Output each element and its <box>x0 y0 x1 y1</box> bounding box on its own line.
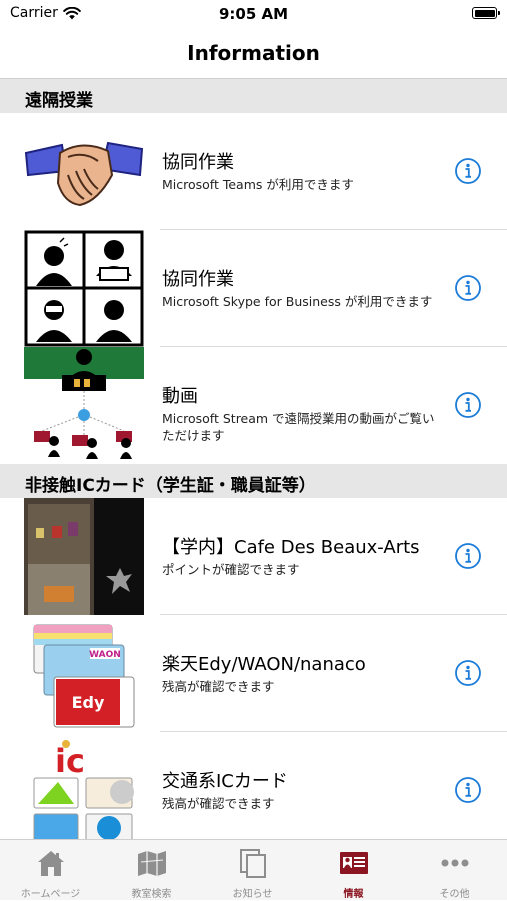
list-item-emoney[interactable]: WAON Edy 楽天Edy/WAON/nanaco 残高が確認できます <box>0 615 507 732</box>
emoney-cards-icon: WAON Edy <box>33 624 135 728</box>
section-title: 非接触ICカード（学生証・職員証等） <box>25 476 316 496</box>
tab-label: お知らせ <box>232 889 273 900</box>
info-icon[interactable] <box>454 542 482 570</box>
home-icon <box>38 851 64 876</box>
tab-information[interactable]: 情報 <box>303 840 404 901</box>
id-card-icon <box>340 852 368 874</box>
item-title: 【学内】Cafe Des Beaux-Arts <box>162 537 420 558</box>
info-icon[interactable] <box>454 157 482 185</box>
list-item-skype[interactable]: 協同作業 Microsoft Skype for Business が利用できま… <box>0 230 507 347</box>
navigation-bar: Information <box>0 28 507 79</box>
item-subtitle: Microsoft Stream で遠隔授業用の動画がご覧いただけます <box>162 411 435 443</box>
transit-ic-icon: ic <box>33 740 134 845</box>
tab-bar: ホームページ 教室検索 お知らせ 情報 その他 <box>0 839 507 900</box>
item-title: 協同作業 <box>162 152 234 173</box>
section-title: 遠隔授業 <box>25 91 93 111</box>
cafe-photo <box>24 498 144 615</box>
item-subtitle: Microsoft Skype for Business が利用できます <box>162 294 433 309</box>
tab-label: 情報 <box>343 889 364 900</box>
waon-label: WAON <box>89 650 121 660</box>
tab-label: その他 <box>439 889 470 900</box>
notice-icon <box>240 849 266 878</box>
info-icon[interactable] <box>454 776 482 804</box>
section-header-remote-class: 遠隔授業 <box>0 79 507 113</box>
section-header-ic-card: 非接触ICカード（学生証・職員証等） <box>0 464 507 498</box>
tab-label: 教室検索 <box>131 889 172 900</box>
more-icon <box>441 859 469 867</box>
info-icon[interactable] <box>454 659 482 687</box>
item-subtitle: Microsoft Teams が利用できます <box>162 177 354 192</box>
info-icon[interactable] <box>454 274 482 302</box>
item-title: 協同作業 <box>162 269 234 290</box>
info-icon[interactable] <box>454 391 482 419</box>
item-title: 交通系ICカード <box>162 771 288 792</box>
lecture-stream-icon <box>24 347 144 459</box>
page-title: Information <box>187 41 320 65</box>
status-time: 9:05 AM <box>218 5 289 23</box>
battery-icon <box>472 7 500 19</box>
tab-other[interactable]: その他 <box>404 840 505 901</box>
tab-label: ホームページ <box>20 889 81 900</box>
item-subtitle: ポイントが確認できます <box>162 562 300 577</box>
item-title: 動画 <box>162 386 198 407</box>
list-item-transit-ic[interactable]: ic 交通系ICカード 残高が確認できます <box>0 732 507 849</box>
tab-homepage[interactable]: ホームページ <box>0 840 101 901</box>
status-bar: Carrier 9:05 AM <box>0 0 507 28</box>
video-conference-icon <box>24 230 144 347</box>
map-icon <box>138 851 166 876</box>
tab-classroom-search[interactable]: 教室検索 <box>101 840 202 901</box>
item-title: 楽天Edy/WAON/nanaco <box>162 654 366 675</box>
list-item-cafe[interactable]: 【学内】Cafe Des Beaux-Arts ポイントが確認できます <box>0 498 507 615</box>
list-item-teams[interactable]: 協同作業 Microsoft Teams が利用できます <box>0 113 507 230</box>
handshake-icon <box>24 141 144 207</box>
item-subtitle: 残高が確認できます <box>162 796 275 811</box>
item-subtitle: 残高が確認できます <box>162 679 275 694</box>
tab-notices[interactable]: お知らせ <box>202 840 303 901</box>
edy-label: Edy <box>72 693 105 712</box>
list-item-stream[interactable]: 動画 Microsoft Stream で遠隔授業用の動画がご覧いただけます <box>0 347 507 464</box>
ic-logo-text: ic <box>55 742 85 780</box>
